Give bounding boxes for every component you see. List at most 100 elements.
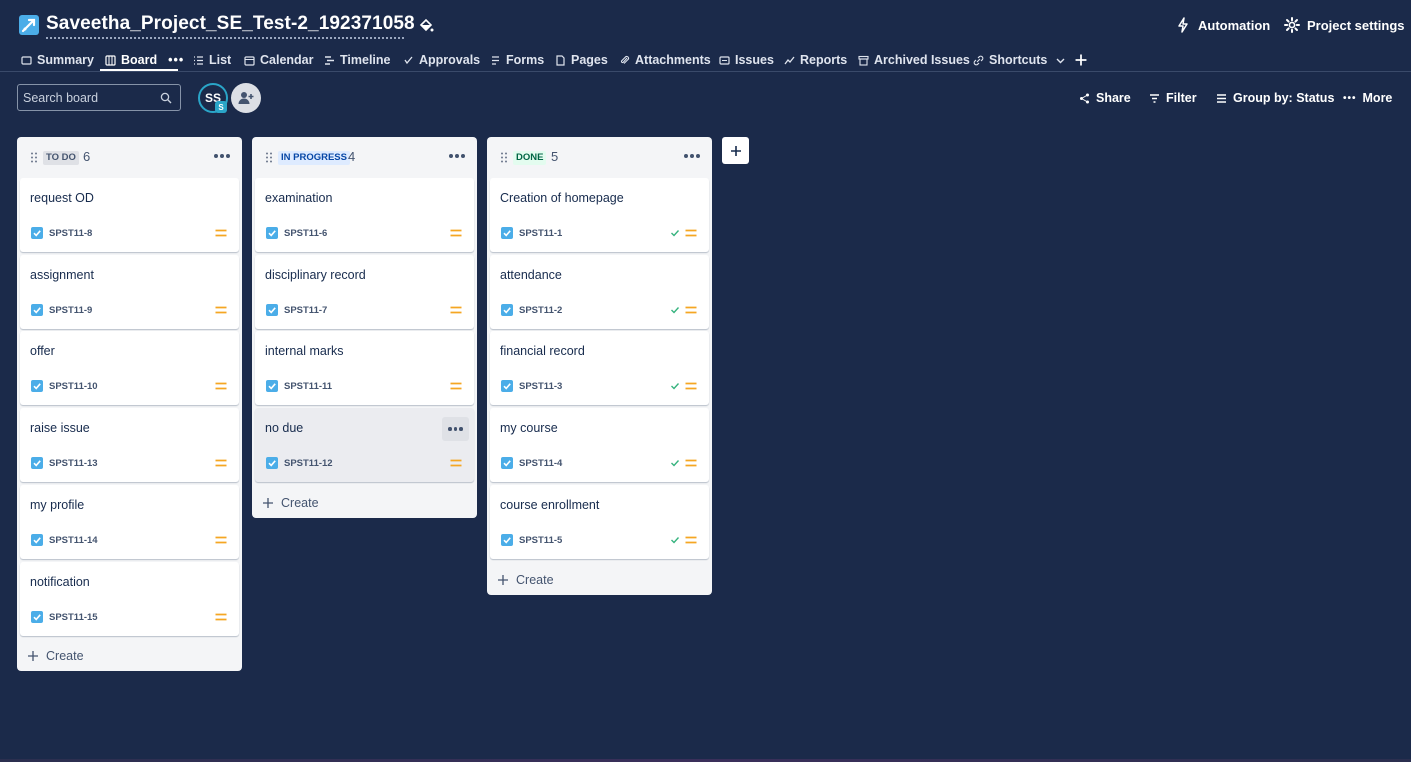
issue-key[interactable]: SPST11-9 — [49, 305, 92, 316]
filter-icon — [1150, 93, 1159, 103]
more-dots-icon: ••• — [1343, 92, 1357, 104]
add-column-button[interactable] — [722, 137, 749, 164]
issue-key[interactable]: SPST11-8 — [49, 228, 92, 239]
add-people-button[interactable] — [231, 83, 261, 113]
tab-shortcuts[interactable]: Shortcuts — [973, 49, 1066, 71]
reports-icon — [784, 56, 795, 64]
priority-medium-icon — [450, 306, 462, 314]
avatar-badge: S — [215, 101, 227, 113]
summary-icon — [21, 55, 32, 65]
task-checkbox-icon — [31, 457, 43, 469]
task-checkbox-icon — [31, 611, 43, 623]
issue-key[interactable]: SPST11-15 — [49, 612, 98, 623]
column-more-icon[interactable] — [447, 148, 467, 164]
task-checkbox-icon — [266, 227, 278, 239]
issue-key[interactable]: SPST11-10 — [49, 381, 98, 392]
issue-card[interactable]: my course SPST11-4 — [490, 408, 709, 482]
issue-key[interactable]: SPST11-3 — [519, 381, 562, 392]
issue-title: request OD — [30, 191, 94, 205]
task-checkbox-icon — [501, 304, 513, 316]
issue-card[interactable]: examination SPST11-6 — [255, 178, 474, 252]
calendar-icon — [244, 55, 255, 66]
group-by-button[interactable]: Group by: Status — [1216, 91, 1334, 105]
column-header[interactable]: DONE 5 — [487, 137, 712, 177]
tab-archived-issues[interactable]: Archived Issues — [858, 49, 970, 71]
tab-list[interactable]: List — [193, 49, 231, 71]
group-icon — [1217, 93, 1226, 103]
plus-icon — [1075, 54, 1087, 66]
more-button[interactable]: ••• More — [1343, 91, 1392, 105]
issue-key[interactable]: SPST11-14 — [49, 535, 98, 546]
issue-title: offer — [30, 344, 55, 358]
priority-medium-icon — [215, 536, 227, 544]
issue-key[interactable]: SPST11-1 — [519, 228, 562, 239]
board-more-icon[interactable]: ••• — [168, 53, 184, 67]
tab-summary[interactable]: Summary — [21, 49, 94, 71]
issue-card[interactable]: notification SPST11-15 — [20, 562, 239, 636]
tab-label: Board — [121, 53, 158, 67]
task-checkbox-icon — [31, 227, 43, 239]
drag-handle-icon[interactable] — [30, 152, 38, 163]
column-header[interactable]: IN PROGRESS 4 — [252, 137, 477, 177]
issue-card[interactable]: no due SPST11-12 — [255, 408, 474, 482]
tab-label: Archived Issues — [874, 53, 970, 67]
project-header: Saveetha_Project_SE_Test-2_192371058 Aut… — [0, 0, 1411, 44]
issue-key[interactable]: SPST11-4 — [519, 458, 562, 469]
column-more-icon[interactable] — [212, 148, 232, 164]
issue-key[interactable]: SPST11-7 — [284, 305, 327, 316]
drag-handle-icon[interactable] — [265, 152, 273, 163]
tab-approvals[interactable]: Approvals — [403, 49, 480, 71]
filter-label: Filter — [1166, 91, 1197, 105]
tab-pages[interactable]: Pages — [555, 49, 608, 71]
issue-key[interactable]: SPST11-6 — [284, 228, 327, 239]
create-issue-button[interactable]: Create — [497, 573, 554, 587]
issue-key[interactable]: SPST11-11 — [284, 381, 332, 392]
issue-card[interactable]: my profile SPST11-14 — [20, 485, 239, 559]
issue-card[interactable]: assignment SPST11-9 — [20, 255, 239, 329]
tab-reports[interactable]: Reports — [784, 49, 847, 71]
issue-key[interactable]: SPST11-5 — [519, 535, 562, 546]
issue-key[interactable]: SPST11-2 — [519, 305, 562, 316]
add-tab-button[interactable] — [1075, 49, 1087, 71]
issue-card[interactable]: financial record SPST11-3 — [490, 331, 709, 405]
issue-title: Creation of homepage — [500, 191, 624, 205]
automation-button[interactable]: Automation — [1175, 17, 1270, 33]
active-tab-indicator — [100, 69, 178, 71]
search-board-input[interactable] — [23, 90, 153, 105]
issue-title: disciplinary record — [265, 268, 366, 282]
drag-handle-icon[interactable] — [500, 152, 508, 163]
issue-card[interactable]: Creation of homepage SPST11-1 — [490, 178, 709, 252]
issue-card[interactable]: attendance SPST11-2 — [490, 255, 709, 329]
tab-calendar[interactable]: Calendar — [244, 49, 314, 71]
tab-attachments[interactable]: Attachments — [619, 49, 711, 71]
tab-forms[interactable]: Forms — [490, 49, 544, 71]
issue-title: attendance — [500, 268, 562, 282]
project-settings-button[interactable]: Project settings — [1284, 17, 1405, 33]
search-board-input-wrapper[interactable] — [17, 84, 181, 111]
paint-bucket-icon[interactable] — [418, 17, 434, 33]
tab-label: Issues — [735, 53, 774, 67]
tab-label: Pages — [571, 53, 608, 67]
create-issue-button[interactable]: Create — [27, 649, 84, 663]
create-label: Create — [281, 496, 319, 510]
create-issue-button[interactable]: Create — [262, 496, 319, 510]
issue-title: examination — [265, 191, 333, 205]
issue-card[interactable]: course enrollment SPST11-5 — [490, 485, 709, 559]
tab-issues[interactable]: Issues — [719, 49, 774, 71]
issue-key[interactable]: SPST11-12 — [284, 458, 333, 469]
issue-card[interactable]: raise issue SPST11-13 — [20, 408, 239, 482]
column-more-icon[interactable] — [682, 148, 702, 164]
filter-button[interactable]: Filter — [1149, 91, 1197, 105]
card-more-icon[interactable] — [442, 417, 469, 441]
issue-key[interactable]: SPST11-13 — [49, 458, 98, 469]
share-button[interactable]: Share — [1079, 91, 1131, 105]
column-header[interactable]: TO DO 6 — [17, 137, 242, 177]
issue-card[interactable]: request OD SPST11-8 — [20, 178, 239, 252]
issue-card[interactable]: disciplinary record SPST11-7 — [255, 255, 474, 329]
project-avatar-icon[interactable] — [19, 15, 39, 35]
issue-card[interactable]: internal marks SPST11-11 — [255, 331, 474, 405]
issue-card[interactable]: offer SPST11-10 — [20, 331, 239, 405]
project-title[interactable]: Saveetha_Project_SE_Test-2_192371058 — [46, 13, 415, 35]
tab-board[interactable]: Board ••• — [105, 49, 184, 71]
tab-timeline[interactable]: Timeline — [324, 49, 390, 71]
